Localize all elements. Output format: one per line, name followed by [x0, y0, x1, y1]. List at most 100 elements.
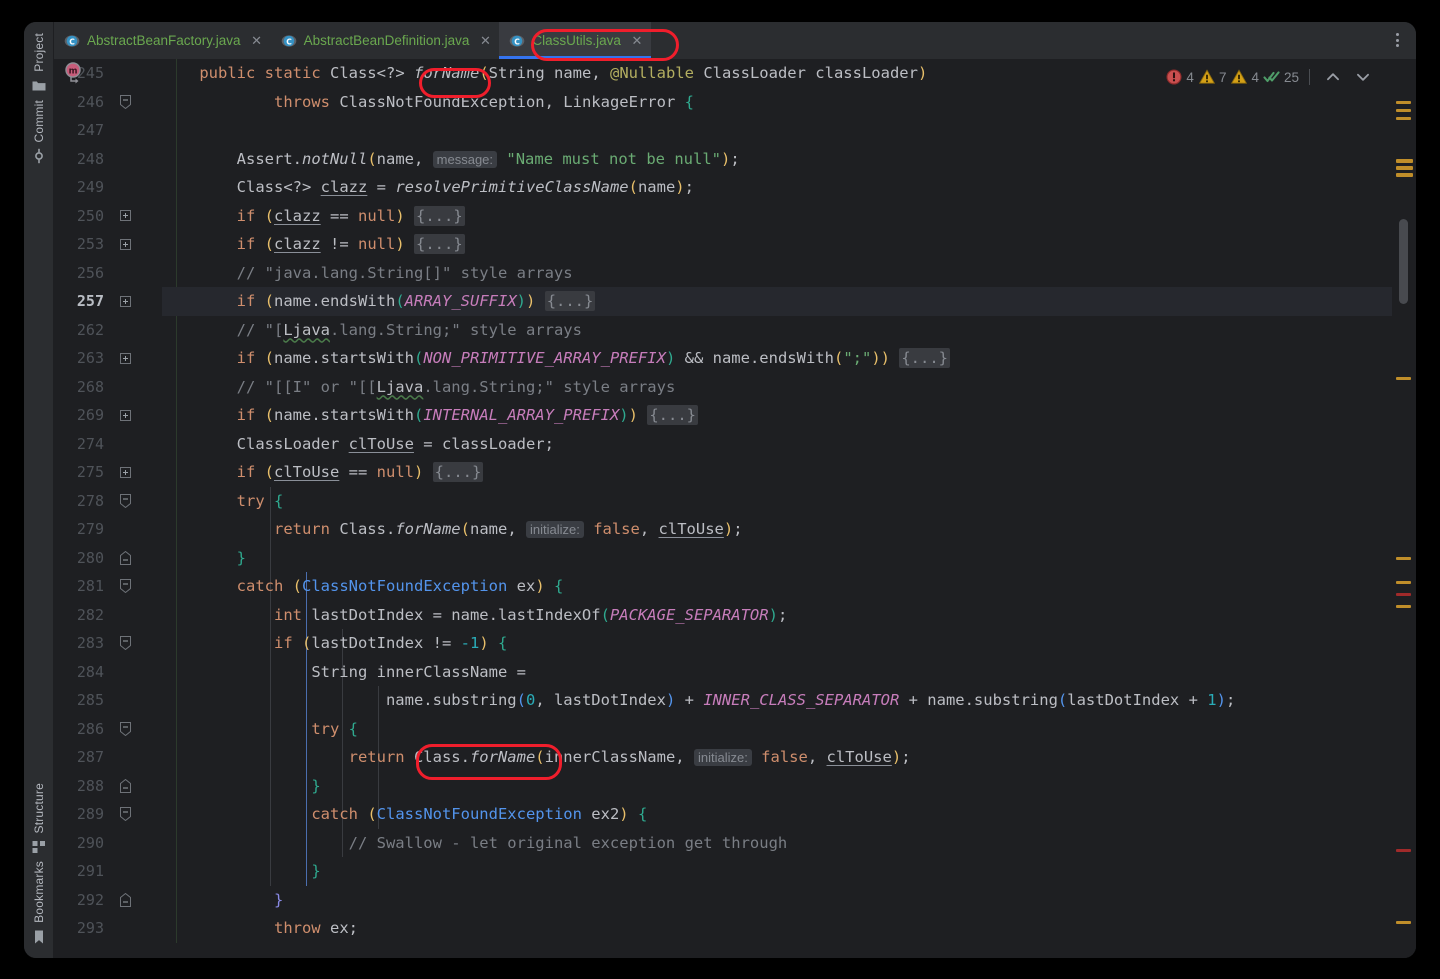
code-token: Ljava	[376, 377, 424, 396]
code-line[interactable]: }	[162, 857, 1392, 886]
next-problem-button[interactable]	[1350, 68, 1376, 86]
fold-marker-collapse-end[interactable]	[118, 886, 132, 915]
fold-marker-expand[interactable]	[118, 344, 132, 373]
code-line[interactable]: }	[162, 544, 1392, 573]
inspection-status-widget[interactable]: 4 7 4 25	[1165, 63, 1376, 91]
fold-marker-expand[interactable]	[118, 287, 132, 316]
code-line[interactable]: return Class.forName(innerClassName, ini…	[162, 743, 1392, 772]
error-count-item[interactable]: 4	[1165, 68, 1194, 86]
fold-marker-collapse[interactable]	[118, 800, 132, 829]
code-line[interactable]: throws ClassNotFoundException, LinkageEr…	[162, 88, 1392, 117]
code-line[interactable]: ClassLoader clToUse = classLoader;	[162, 430, 1392, 459]
code-line[interactable]: // Swallow - let original exception get …	[162, 829, 1392, 858]
code-token: Class<?>	[236, 178, 321, 196]
code-line[interactable]: String innerClassName =	[162, 658, 1392, 687]
editor-tab-abstractbeanfactory-java[interactable]: C AbstractBeanFactory.java ✕	[54, 22, 271, 59]
stripe-marker-err[interactable]	[1396, 849, 1411, 852]
code-token: // "[[I" or "[[	[236, 377, 377, 396]
editor-scrollbar-thumb[interactable]	[1399, 219, 1408, 304]
code-pane[interactable]: public static Class<?> forName(String na…	[162, 59, 1392, 958]
checks-count-item[interactable]: 25	[1263, 68, 1299, 86]
code-token: // "java.lang.String[]" style arrays	[236, 263, 573, 282]
fold-marker-collapse[interactable]	[118, 629, 132, 658]
line-number: 257	[76, 292, 104, 310]
code-line[interactable]: try {	[162, 487, 1392, 516]
weak-warning-count-item[interactable]: 4	[1230, 68, 1259, 86]
stripe-marker-err[interactable]	[1396, 593, 1411, 596]
editor-gutter[interactable]: 245 m 246 247 248 249 250 253 256 257 262 263	[54, 59, 162, 958]
code-line[interactable]: catch (ClassNotFoundException ex2) {	[162, 800, 1392, 829]
code-token: {	[348, 719, 358, 738]
tab-overflow-menu-icon[interactable]	[1388, 31, 1406, 49]
code-token: ;	[901, 748, 911, 766]
editor-tab-close-icon[interactable]: ✕	[479, 33, 491, 49]
fold-marker-collapse-end[interactable]	[118, 544, 132, 573]
code-line[interactable]: if (clazz != null) {...}	[162, 230, 1392, 259]
line-number: 275	[76, 463, 104, 481]
code-token: notNull	[301, 149, 368, 168]
fold-marker-collapse[interactable]	[118, 572, 132, 601]
code-line[interactable]: }	[162, 886, 1392, 915]
fold-marker-expand[interactable]	[118, 202, 132, 231]
stripe-marker-warn[interactable]	[1396, 605, 1411, 608]
inspection-widget-burger-icon[interactable]	[1396, 159, 1413, 177]
code-line[interactable]: int lastDotIndex = name.lastIndexOf(PACK…	[162, 601, 1392, 630]
fold-marker-expand[interactable]	[118, 401, 132, 430]
left-strip-item-bookmarks[interactable]: Bookmarks	[24, 858, 54, 948]
code-token: (	[516, 691, 526, 709]
code-line[interactable]: Assert.notNull(name, message: "Name must…	[162, 145, 1392, 174]
warning-count-item[interactable]: 7	[1198, 68, 1226, 86]
prev-problem-button[interactable]	[1320, 68, 1346, 86]
code-line[interactable]: throw ex;	[162, 914, 1392, 943]
fold-marker-expand[interactable]	[118, 230, 132, 259]
code-line[interactable]: // "java.lang.String[]" style arrays	[162, 259, 1392, 288]
code-token: ;	[684, 178, 694, 196]
left-strip-item-structure[interactable]: Structure	[24, 780, 54, 859]
code-line[interactable]: name.substring(0, lastDotIndex) + INNER_…	[162, 686, 1392, 715]
fold-marker-collapse[interactable]	[118, 715, 132, 744]
code-line[interactable]: Class<?> clazz = resolvePrimitiveClassNa…	[162, 173, 1392, 202]
code-token: clToUse	[658, 520, 724, 538]
stripe-marker-warn[interactable]	[1396, 117, 1411, 120]
left-strip-item-commit[interactable]: Commit	[24, 97, 54, 168]
code-line[interactable]: // "[[I" or "[[Ljava.lang.String;" style…	[162, 373, 1392, 402]
code-token: {...}	[414, 205, 465, 226]
structure-icon	[32, 841, 45, 854]
editor-tab-abstractbeandefinition-java[interactable]: C AbstractBeanDefinition.java ✕	[271, 22, 500, 59]
fold-marker-expand[interactable]	[118, 458, 132, 487]
code-token: +	[675, 691, 704, 709]
stripe-marker-warn[interactable]	[1396, 921, 1411, 924]
method-override-icon[interactable]: m	[62, 59, 88, 88]
code-line[interactable]: if (lastDotIndex != -1) {	[162, 629, 1392, 658]
code-line[interactable]: catch (ClassNotFoundException ex) {	[162, 572, 1392, 601]
stripe-marker-warn[interactable]	[1396, 101, 1411, 104]
stripe-marker-warn[interactable]	[1396, 377, 1411, 380]
stripe-marker-warn[interactable]	[1396, 557, 1411, 560]
fold-marker-collapse-end[interactable]	[118, 772, 132, 801]
error-stripe-marker-bar[interactable]	[1392, 59, 1416, 958]
stripe-marker-warn[interactable]	[1396, 581, 1411, 584]
editor-tab-close-icon[interactable]: ✕	[251, 33, 263, 49]
code-line[interactable]	[162, 116, 1392, 145]
code-line[interactable]: if (name.startsWith(INTERNAL_ARRAY_PREFI…	[162, 401, 1392, 430]
code-token: NON_PRIMITIVE_ARRAY_PREFIX	[423, 349, 666, 367]
left-strip-item-project[interactable]: Project	[24, 30, 54, 97]
code-line[interactable]: return Class.forName(name, initialize: f…	[162, 515, 1392, 544]
editor-tab-classutils-java[interactable]: C ClassUtils.java ✕	[499, 22, 651, 59]
stripe-marker-warn[interactable]	[1396, 109, 1411, 112]
code-line[interactable]: // "[Ljava.lang.String;" style arrays	[162, 316, 1392, 345]
code-token: <?>	[376, 64, 414, 82]
code-token: ClassNotFoundException	[339, 92, 545, 111]
fold-marker-collapse[interactable]	[118, 487, 132, 516]
code-line[interactable]: }	[162, 772, 1392, 801]
fold-marker-collapse[interactable]	[118, 88, 132, 117]
editor-tab-close-icon[interactable]: ✕	[631, 33, 643, 49]
code-token: lastDotIndex !=	[311, 634, 461, 652]
code-line[interactable]: if (name.startsWith(NON_PRIMITIVE_ARRAY_…	[162, 344, 1392, 373]
code-line[interactable]: if (clazz == null) {...}	[162, 202, 1392, 231]
code-line[interactable]: if (name.endsWith(ARRAY_SUFFIX)) {...}	[162, 287, 1392, 316]
code-line[interactable]: try {	[162, 715, 1392, 744]
code-line[interactable]: if (clToUse == null) {...}	[162, 458, 1392, 487]
